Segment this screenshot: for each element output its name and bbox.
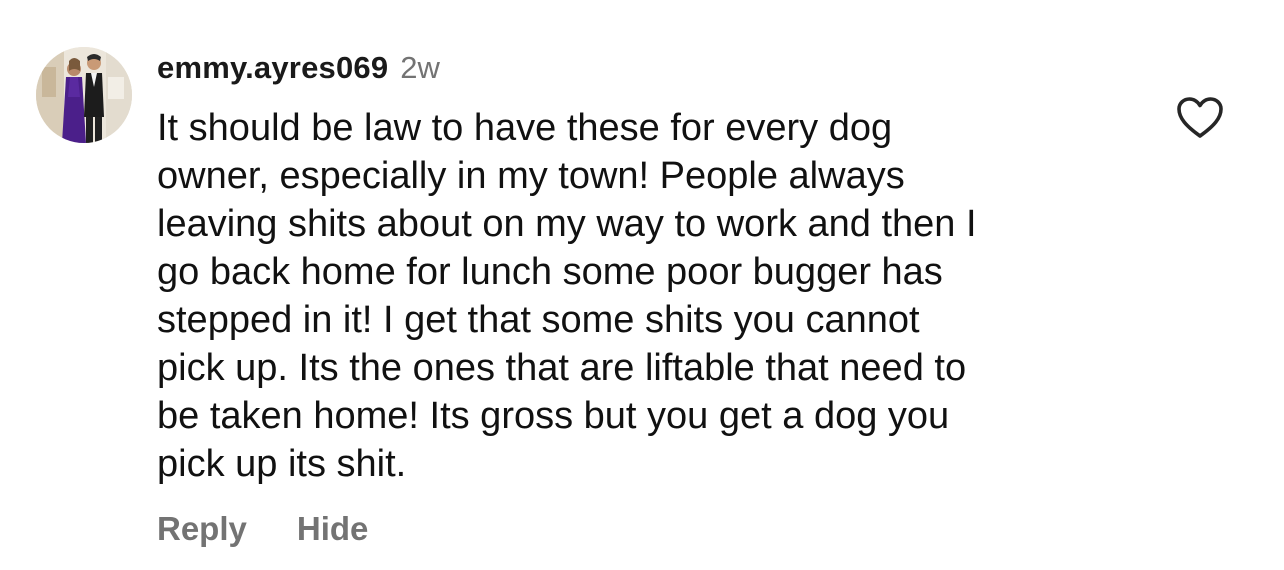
comment-line: stepped in it! I get that some shits you… — [157, 299, 920, 341]
comment-actions: Reply Hide — [157, 510, 368, 548]
comment-text: It should be law to have these for every… — [157, 104, 1137, 488]
comment-line: pick up. Its the ones that are liftable … — [157, 347, 967, 389]
comment-header: emmy.ayres069 2w — [157, 50, 440, 90]
avatar[interactable] — [36, 47, 132, 143]
avatar-photo — [36, 47, 132, 143]
reply-button[interactable]: Reply — [157, 510, 247, 548]
comment-line: be taken home! Its gross but you get a d… — [157, 395, 950, 437]
comment-line: leaving shits about on my way to work an… — [157, 203, 977, 245]
hide-button[interactable]: Hide — [297, 510, 369, 548]
comment-line: owner, especially in my town! People alw… — [157, 155, 905, 197]
comment-line: go back home for lunch some poor bugger … — [157, 251, 943, 293]
comment-line: It should be law to have these for every… — [157, 107, 893, 149]
heart-outline-icon[interactable] — [1176, 96, 1224, 140]
comment-line: pick up its shit. — [157, 443, 407, 485]
username[interactable]: emmy.ayres069 — [157, 50, 388, 86]
timestamp: 2w — [400, 50, 440, 85]
comment: emmy.ayres069 2w It should be law to hav… — [0, 0, 1284, 570]
